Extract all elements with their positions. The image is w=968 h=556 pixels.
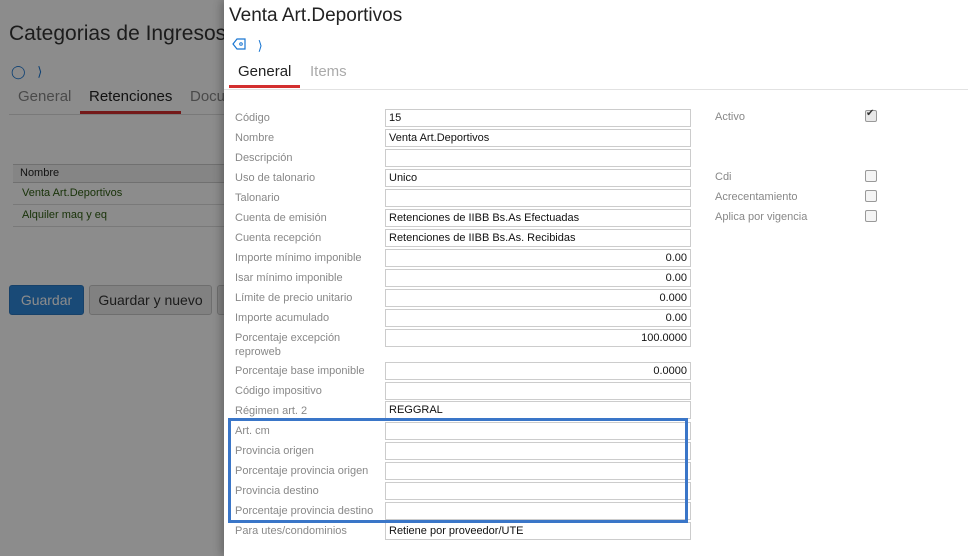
talonario-input[interactable] bbox=[385, 189, 691, 207]
dialog-title: Venta Art.Deportivos bbox=[229, 5, 403, 26]
uso-talonario-select[interactable]: Unico bbox=[385, 169, 691, 187]
checkbox-label: Acrecentamiento bbox=[715, 191, 798, 203]
acrecentamiento-checkbox[interactable] bbox=[865, 190, 877, 202]
codigo-impositivo-input[interactable] bbox=[385, 382, 691, 400]
porcentaje-base-input[interactable]: 0.0000 bbox=[385, 362, 691, 380]
checkbox-label: Aplica por vigencia bbox=[715, 211, 808, 223]
cuenta-recepcion-input[interactable]: Retenciones de IIBB Bs.As. Recibidas bbox=[385, 229, 691, 247]
activo-checkbox[interactable] bbox=[865, 108, 877, 122]
field-label: Provincia destino bbox=[235, 485, 319, 497]
cuenta-emision-input[interactable]: Retenciones de IIBB Bs.As Efectuadas bbox=[385, 209, 691, 227]
porcentaje-provincia-origen-input[interactable] bbox=[385, 462, 691, 480]
field-label: Para utes/condominios bbox=[235, 525, 347, 537]
provincia-origen-input[interactable] bbox=[385, 442, 691, 460]
field-label: Provincia origen bbox=[235, 445, 314, 457]
descripcion-input[interactable] bbox=[385, 149, 691, 167]
field-label: Cuenta recepción bbox=[235, 232, 322, 244]
field-label: Régimen art. 2 bbox=[235, 405, 308, 417]
tab-general[interactable]: General bbox=[228, 63, 301, 88]
regimen-input[interactable]: REGGRAL bbox=[385, 401, 691, 419]
art-cm-input[interactable] bbox=[385, 422, 691, 440]
aplica-vigencia-checkbox[interactable] bbox=[865, 210, 877, 222]
field-label: Art. cm bbox=[235, 425, 270, 437]
chevron-right-icon[interactable]: ⟩ bbox=[258, 38, 263, 53]
field-label: Porcentaje provincia origen bbox=[235, 465, 369, 477]
importe-minimo-input[interactable]: 0.00 bbox=[385, 249, 691, 267]
limite-precio-input[interactable]: 0.000 bbox=[385, 289, 691, 307]
field-label: Nombre bbox=[235, 132, 275, 144]
para-utes-select[interactable]: Retiene por proveedor/UTE bbox=[385, 522, 691, 540]
field-label: Isar mínimo imponible bbox=[235, 272, 343, 284]
importe-acumulado-input[interactable]: 0.00 bbox=[385, 309, 691, 327]
porcentaje-excepcion-input[interactable]: 100.0000 bbox=[385, 329, 691, 347]
tab-items[interactable]: Items bbox=[310, 63, 347, 80]
nombre-input[interactable]: Venta Art.Deportivos bbox=[385, 129, 691, 147]
field-label: Descripción bbox=[235, 152, 293, 164]
field-label: Código bbox=[235, 112, 270, 124]
field-label: Código impositivo bbox=[235, 385, 322, 397]
cdi-checkbox[interactable] bbox=[865, 170, 877, 182]
checkbox-label: Cdi bbox=[715, 171, 732, 183]
field-label: Porcentaje base imponible bbox=[235, 365, 365, 377]
field-label: Porcentaje provincia destino bbox=[235, 505, 374, 517]
field-label: Cuenta de emisión bbox=[235, 212, 327, 224]
field-label: Importe acumulado bbox=[235, 312, 330, 324]
porcentaje-provincia-destino-input[interactable] bbox=[385, 502, 691, 520]
checkbox-label: Activo bbox=[715, 111, 745, 123]
provincia-destino-input[interactable] bbox=[385, 482, 691, 500]
edit-dialog: Venta Art.Deportivos ⟩ General Items Cód… bbox=[224, 0, 968, 556]
field-label: Porcentaje excepción reproweb bbox=[235, 332, 341, 358]
field-label: Talonario bbox=[235, 192, 280, 204]
isar-minimo-input[interactable]: 0.00 bbox=[385, 269, 691, 287]
tag-icon[interactable] bbox=[232, 38, 250, 53]
codigo-input[interactable]: 15 bbox=[385, 109, 691, 127]
field-label: Uso de talonario bbox=[235, 172, 316, 184]
dialog-tab-bar: General Items bbox=[224, 63, 968, 90]
field-label: Importe mínimo imponible bbox=[235, 252, 362, 264]
field-label: Límite de precio unitario bbox=[235, 292, 353, 304]
